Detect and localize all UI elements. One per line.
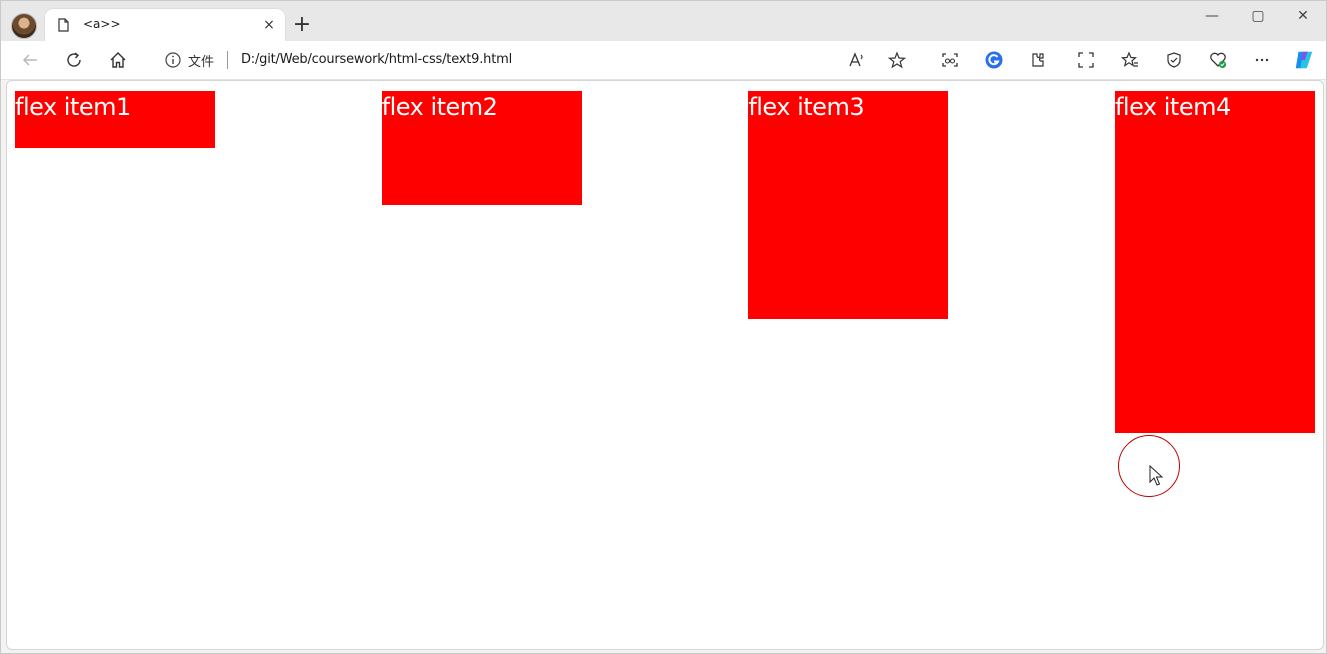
address-separator — [227, 51, 228, 69]
maximize-button[interactable]: ▢ — [1249, 7, 1267, 25]
new-tab-button[interactable]: + — [291, 14, 313, 36]
profile-avatar[interactable] — [11, 13, 37, 39]
browser-toolbar: 文件 D:/git/Web/coursework/html-css/text9.… — [1, 41, 1326, 80]
more-icon[interactable] — [1251, 49, 1273, 71]
browser-essentials-icon[interactable] — [1163, 49, 1185, 71]
page-viewport: flex item1 flex item2 flex item3 flex it… — [6, 80, 1324, 650]
extension-puzzle-icon[interactable] — [1027, 49, 1049, 71]
fullscreen-icon[interactable] — [1075, 49, 1097, 71]
close-tab-icon[interactable]: × — [262, 18, 276, 32]
mouse-cursor-icon — [1149, 465, 1163, 487]
extension-blue-icon[interactable] — [983, 49, 1005, 71]
copilot-icon[interactable] — [1293, 49, 1315, 71]
tab-strip: <a>> × + — ▢ ✕ — [1, 1, 1326, 41]
browser-window: <a>> × + — ▢ ✕ 文件 D:/git/Web/coursework/… — [0, 0, 1327, 654]
flex-container: flex item1 flex item2 flex item3 flex it… — [15, 91, 1315, 433]
close-window-button[interactable]: ✕ — [1294, 7, 1312, 25]
home-icon[interactable] — [107, 49, 129, 71]
info-icon[interactable] — [164, 51, 182, 69]
flex-item-3: flex item3 — [748, 91, 949, 319]
address-scheme-label: 文件 — [188, 55, 215, 70]
read-aloud-icon[interactable] — [846, 49, 868, 71]
flex-item-4: flex item4 — [1114, 91, 1315, 433]
back-icon[interactable] — [19, 49, 41, 71]
tab-title: <a>> — [83, 17, 121, 31]
tab-active[interactable]: <a>> × — [45, 9, 285, 41]
address-bar[interactable]: 文件 D:/git/Web/coursework/html-css/text9.… — [161, 45, 909, 75]
favorites-icon[interactable] — [1119, 49, 1141, 71]
page-icon — [58, 18, 69, 32]
refresh-icon[interactable] — [63, 49, 85, 71]
flex-item-1: flex item1 — [15, 91, 215, 148]
health-icon[interactable] — [1207, 49, 1229, 71]
star-icon[interactable] — [886, 49, 908, 71]
url-text[interactable]: D:/git/Web/coursework/html-css/text9.htm… — [241, 52, 512, 67]
minimize-button[interactable]: — — [1203, 7, 1221, 25]
flex-item-2: flex item2 — [381, 91, 582, 205]
screenshot-icon[interactable] — [939, 49, 961, 71]
